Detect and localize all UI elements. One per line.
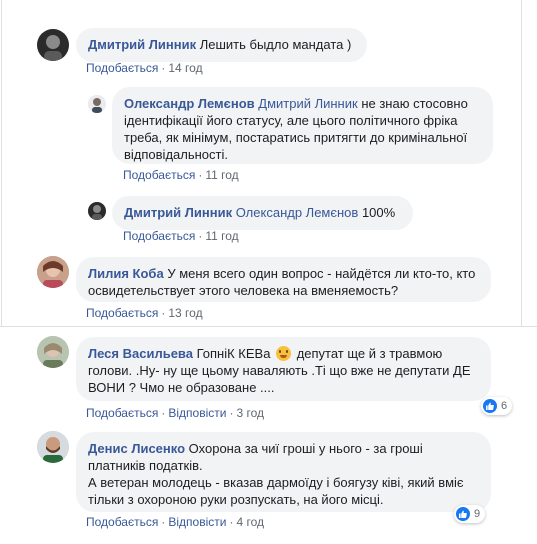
avatar[interactable] <box>88 95 106 113</box>
reply-text: 100% <box>361 205 396 220</box>
like-link[interactable]: Подобається <box>86 406 158 420</box>
reply-mention[interactable]: Дмитрий Линник <box>258 96 357 111</box>
separator-dot: · <box>161 406 166 420</box>
like-link[interactable]: Подобається <box>86 515 158 529</box>
reaction-count: 6 <box>501 400 508 412</box>
separator-dot: · <box>229 515 234 529</box>
thumbs-up-icon <box>483 399 497 413</box>
thread-line-right <box>521 0 522 326</box>
comment-author[interactable]: Денис Лисенко <box>88 441 185 456</box>
reply-author[interactable]: Дмитрий Линник <box>124 205 232 220</box>
reply-bubble: Олександр Лемєнов Дмитрий Линник не знаю… <box>112 87 493 164</box>
thread-line-upper <box>1 0 2 326</box>
separator-dot: · <box>161 306 166 320</box>
comment-text: ГопніК КЕВа <box>196 346 271 361</box>
comment-author[interactable]: Дмитрий Линник <box>88 37 196 52</box>
comment-text: Лешить быдло мандата ) <box>199 37 352 52</box>
comment-author[interactable]: Лилия Коба <box>88 266 164 281</box>
reply-bubble: Дмитрий Линник Олександр Лемєнов 100% <box>112 196 413 230</box>
comment-actions: Подобається · Відповісти · 3 год <box>86 406 264 420</box>
reply-author[interactable]: Олександр Лемєнов <box>124 96 255 111</box>
reaction-count-badge[interactable]: 9 <box>454 505 486 523</box>
separator-dot: · <box>198 168 203 182</box>
comment-text-second-paragraph: А ветеран молодець - вказав дармоїду і б… <box>88 475 464 507</box>
like-link[interactable]: Подобається <box>123 229 195 243</box>
comment-bubble: Леся Васильева ГопніК КЕВа депутат ще й … <box>76 337 491 401</box>
comment-actions: Подобається · 14 год <box>86 61 203 75</box>
comment-time[interactable]: 13 год <box>168 306 202 320</box>
comment-bubble: Дмитрий Линник Лешить быдло мандата ) <box>76 28 367 62</box>
reaction-count-badge[interactable]: 6 <box>481 397 513 415</box>
avatar[interactable] <box>88 202 106 220</box>
separator-dot: · <box>198 229 203 243</box>
thumbs-up-icon <box>456 507 470 521</box>
reply-mention[interactable]: Олександр Лемєнов <box>236 205 359 220</box>
separator-dot: · <box>161 61 166 75</box>
reply-time[interactable]: 11 год <box>205 229 238 243</box>
reaction-count: 9 <box>474 508 481 520</box>
comment-author[interactable]: Леся Васильева <box>88 346 193 361</box>
avatar[interactable] <box>37 256 69 288</box>
reply-link[interactable]: Відповісти <box>168 515 226 529</box>
avatar[interactable] <box>37 431 69 463</box>
like-link[interactable]: Подобається <box>86 61 158 75</box>
like-link[interactable]: Подобається <box>86 306 158 320</box>
separator-dot: · <box>229 406 234 420</box>
reply-actions: Подобається · 11 год <box>123 229 239 243</box>
flushed-face-emoji-icon <box>276 346 292 361</box>
separator-dot: · <box>161 515 166 529</box>
comment-actions: Подобається · Відповісти · 4 год <box>86 515 264 529</box>
thread-separator <box>0 326 537 327</box>
comment-bubble: Денис Лисенко Охорона за чиї гроші у ньо… <box>76 432 491 512</box>
reply-link[interactable]: Відповісти <box>168 406 226 420</box>
avatar[interactable] <box>37 336 69 368</box>
like-link[interactable]: Подобається <box>123 168 195 182</box>
reply-time[interactable]: 11 год <box>205 168 238 182</box>
comment-time[interactable]: 4 год <box>236 515 264 529</box>
comment-actions: Подобається · 13 год <box>86 306 203 320</box>
reply-actions: Подобається · 11 год <box>123 168 239 182</box>
comment-time[interactable]: 14 год <box>168 61 202 75</box>
comment-time[interactable]: 3 год <box>236 406 264 420</box>
avatar[interactable] <box>37 29 69 61</box>
comment-bubble: Лилия Коба У меня всего один вопрос - на… <box>76 257 491 302</box>
